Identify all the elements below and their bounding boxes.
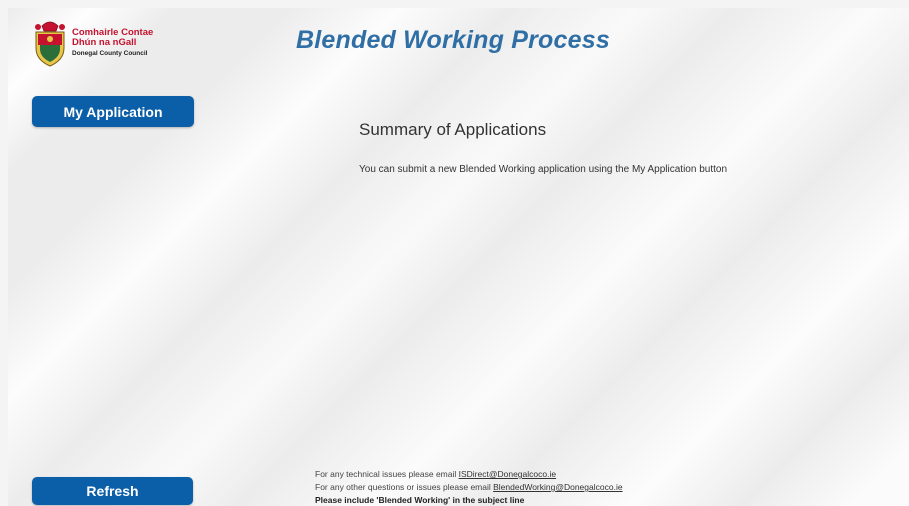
logo-text-irish-2: Dhún na nGall	[72, 36, 137, 48]
council-crest-icon	[35, 21, 65, 67]
blended-working-email-link[interactable]: BlendedWorking@Donegalcoco.ie	[493, 482, 622, 492]
footer-subject-note: Please include 'Blended Working' in the …	[315, 495, 525, 505]
logo-text: Comhairle Contae Dhún na nGall Donegal C…	[72, 26, 154, 59]
technical-email-link[interactable]: ISDirect@Donegalcoco.ie	[459, 469, 556, 479]
summary-description: You can submit a new Blended Working app…	[359, 164, 728, 175]
refresh-button[interactable]: Refresh	[32, 477, 193, 505]
app-screen: Comhairle Contae Dhún na nGall Donegal C…	[8, 8, 909, 506]
footer-technical-line: For any technical issues please email IS…	[315, 468, 623, 481]
logo-text-english: Donegal County Council	[72, 49, 148, 57]
footer-other-text: For any other questions or issues please…	[315, 482, 494, 492]
my-application-button[interactable]: My Application	[32, 96, 194, 127]
footer-contact: For any technical issues please email IS…	[315, 468, 623, 506]
council-logo: Comhairle Contae Dhún na nGall Donegal C…	[32, 18, 153, 68]
footer-other-line: For any other questions or issues please…	[315, 481, 623, 494]
summary-title: Summary of Applications	[359, 120, 547, 139]
footer-technical-text: For any technical issues please email	[315, 469, 459, 479]
logo-text-irish-1: Comhairle Contae	[72, 26, 154, 38]
page-title: Blended Working Process	[296, 26, 610, 54]
